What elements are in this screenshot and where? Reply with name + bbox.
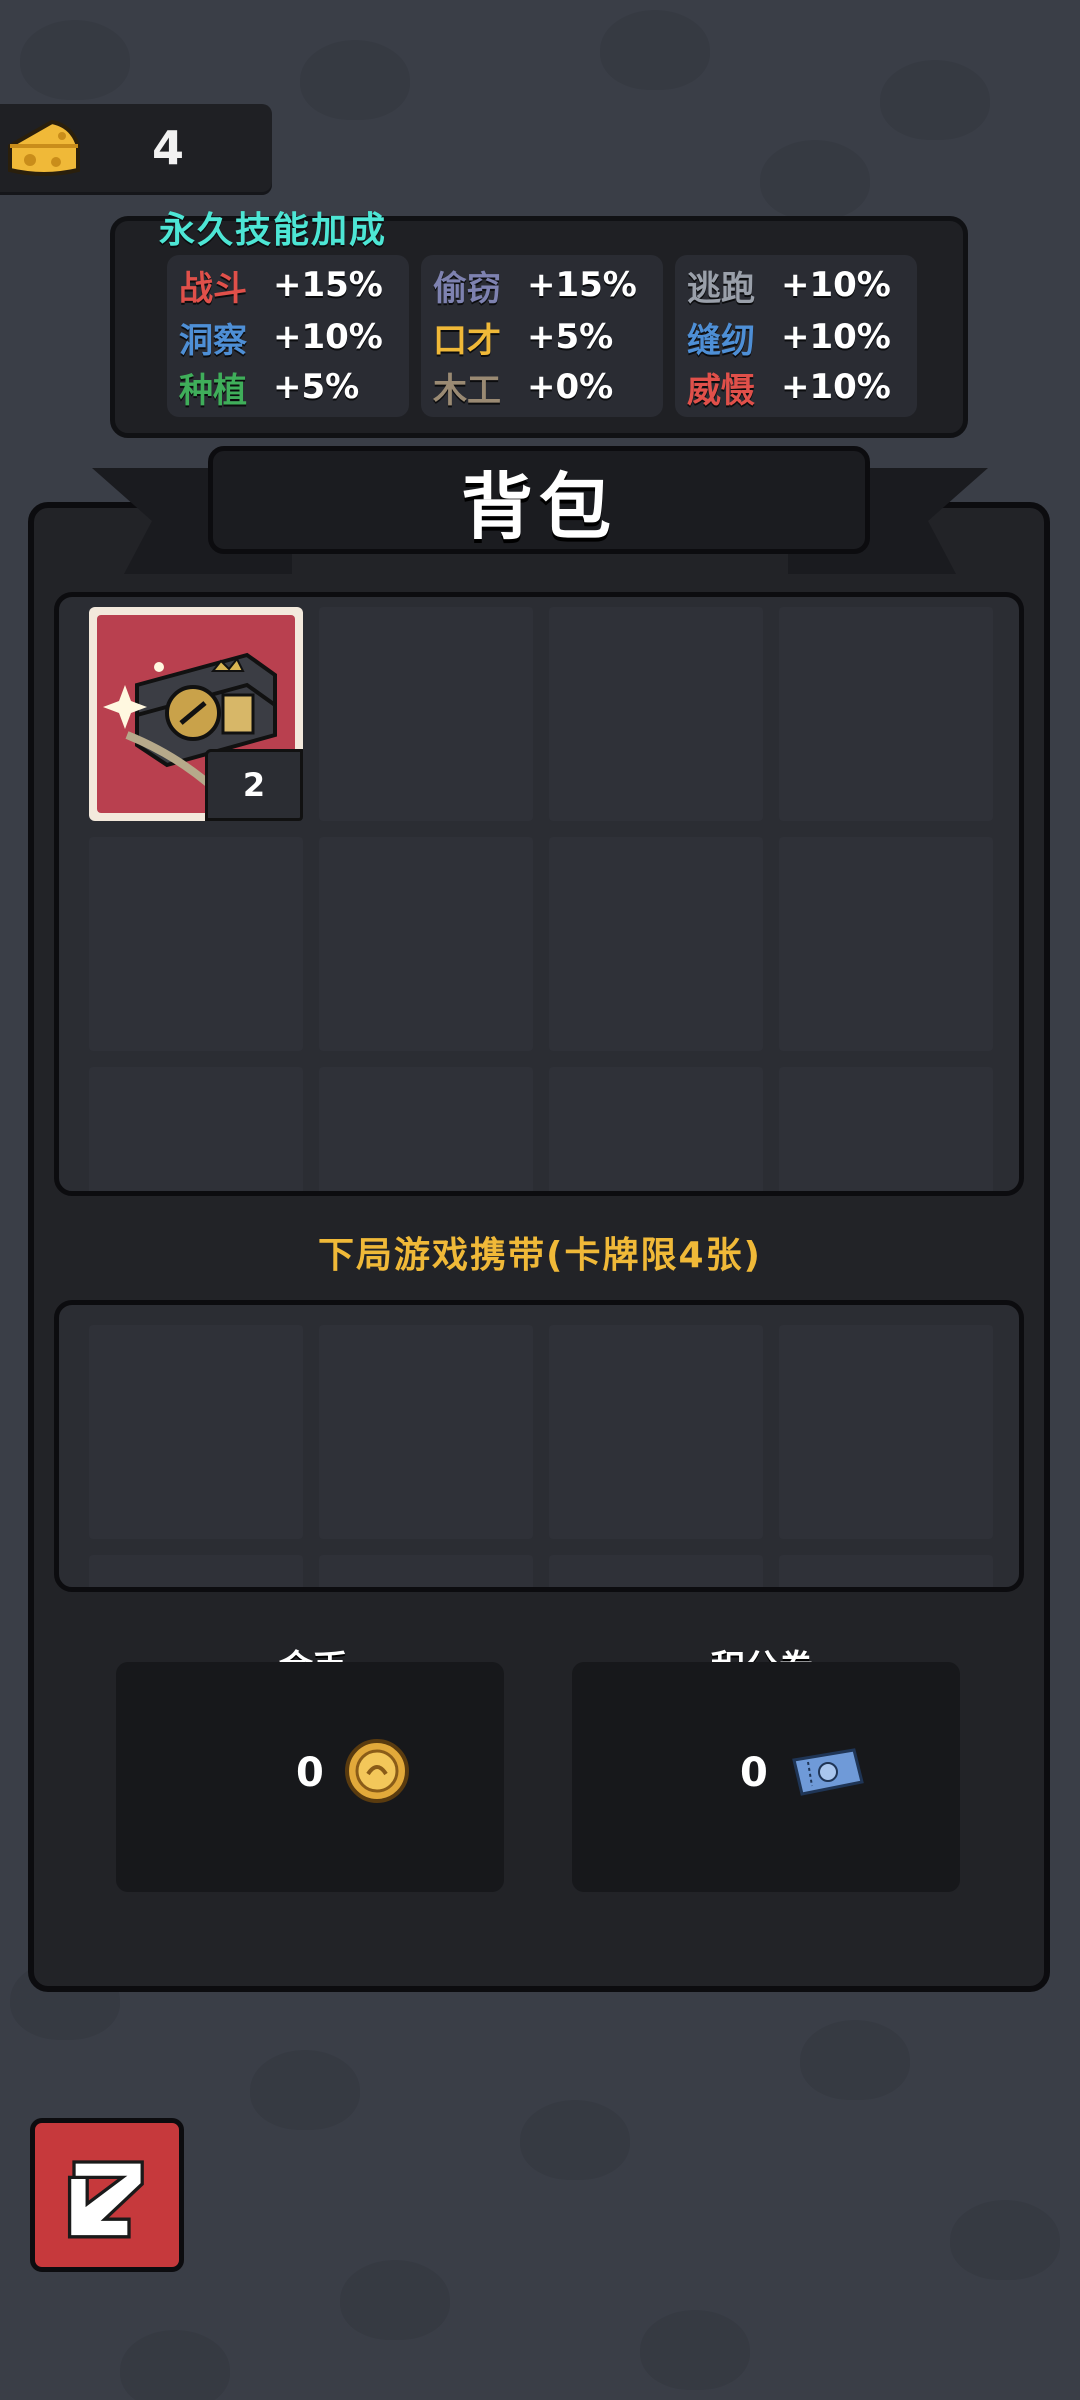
skill-value: +10% [781, 317, 891, 357]
skill-row: 战斗 +15% [179, 259, 383, 311]
carry-slot[interactable] [319, 1555, 533, 1587]
skill-value: +5% [273, 367, 360, 407]
skill-row: 逃跑 +10% [687, 259, 891, 311]
skill-column: 逃跑 +10% 缝纫 +10% 威慑 +10% [675, 255, 917, 417]
carry-slot[interactable] [89, 1555, 303, 1587]
cheese-icon [8, 119, 80, 176]
inventory-slot[interactable] [549, 1067, 763, 1191]
carry-slot[interactable] [549, 1325, 763, 1539]
carry-slot[interactable] [779, 1325, 993, 1539]
skill-value: +10% [781, 367, 891, 407]
voucher-ticket-icon [792, 1748, 864, 1796]
skill-name: 偷窃 [433, 268, 501, 309]
inventory-item-card[interactable]: 2 [89, 607, 303, 821]
back-arrow-icon [67, 2160, 144, 2239]
skill-column: 偷窃 +15% 口才 +5% 木工 +0% [421, 255, 663, 417]
skill-value: +5% [527, 317, 614, 357]
backpack-title-plate: 背包 [208, 446, 870, 554]
inventory-slot[interactable] [549, 837, 763, 1051]
skill-name: 口才 [433, 320, 501, 361]
back-button[interactable] [30, 2118, 184, 2272]
skill-name: 种植 [179, 370, 247, 411]
skill-row: 木工 +0% [433, 361, 613, 413]
carry-slot[interactable] [549, 1555, 763, 1587]
skill-name: 洞察 [179, 320, 247, 361]
skill-column: 战斗 +15% 洞察 +10% 种植 +5% [167, 255, 409, 417]
skill-row: 偷窃 +15% [433, 259, 637, 311]
skill-row: 种植 +5% [179, 361, 359, 413]
voucher-box: 0 [572, 1662, 960, 1892]
skill-value: +15% [527, 265, 637, 305]
gold-box: 0 [116, 1662, 504, 1892]
skill-name: 逃跑 [687, 268, 755, 309]
gold-value: 0 [296, 1750, 324, 1796]
voucher-value: 0 [740, 1750, 768, 1796]
inventory-slot[interactable] [779, 1067, 993, 1191]
skills-title: 永久技能加成 [159, 210, 388, 251]
inventory-slot[interactable] [319, 607, 533, 821]
skill-value: +15% [273, 265, 383, 305]
inventory-slot[interactable] [779, 837, 993, 1051]
inventory-slot[interactable] [89, 1067, 303, 1191]
item-quantity-badge: 2 [205, 749, 303, 821]
skill-row: 威慑 +10% [687, 361, 891, 413]
skill-row: 洞察 +10% [179, 311, 383, 363]
inventory-slot[interactable] [89, 837, 303, 1051]
carry-slot[interactable] [89, 1325, 303, 1539]
carry-slot[interactable] [319, 1325, 533, 1539]
permanent-skills-panel: 永久技能加成 战斗 +15% 洞察 +10% 种植 +5% 偷窃 +15% 口才… [110, 210, 968, 438]
cheese-counter: 4 [0, 104, 272, 192]
skill-name: 木工 [433, 370, 501, 411]
inventory-slot[interactable] [319, 837, 533, 1051]
gold-coin-icon [345, 1739, 409, 1803]
inventory-slot[interactable] [779, 607, 993, 821]
skill-name: 战斗 [179, 268, 247, 309]
skill-row: 缝纫 +10% [687, 311, 891, 363]
inventory-grid: 2 [54, 592, 1024, 1196]
inventory-slot[interactable] [549, 607, 763, 821]
skill-value: +10% [273, 317, 383, 357]
skill-value: +0% [527, 367, 614, 407]
skill-name: 缝纫 [687, 320, 755, 361]
skill-row: 口才 +5% [433, 311, 613, 363]
cheese-count: 4 [152, 121, 185, 175]
skill-value: +10% [781, 265, 891, 305]
carry-grid [54, 1300, 1024, 1592]
carry-slot[interactable] [779, 1555, 993, 1587]
skill-name: 威慑 [687, 370, 755, 411]
carry-label: 下局游戏携带(卡牌限4张) [318, 1235, 762, 1276]
inventory-slot[interactable] [319, 1067, 533, 1191]
backpack-title: 背包 [460, 464, 617, 549]
